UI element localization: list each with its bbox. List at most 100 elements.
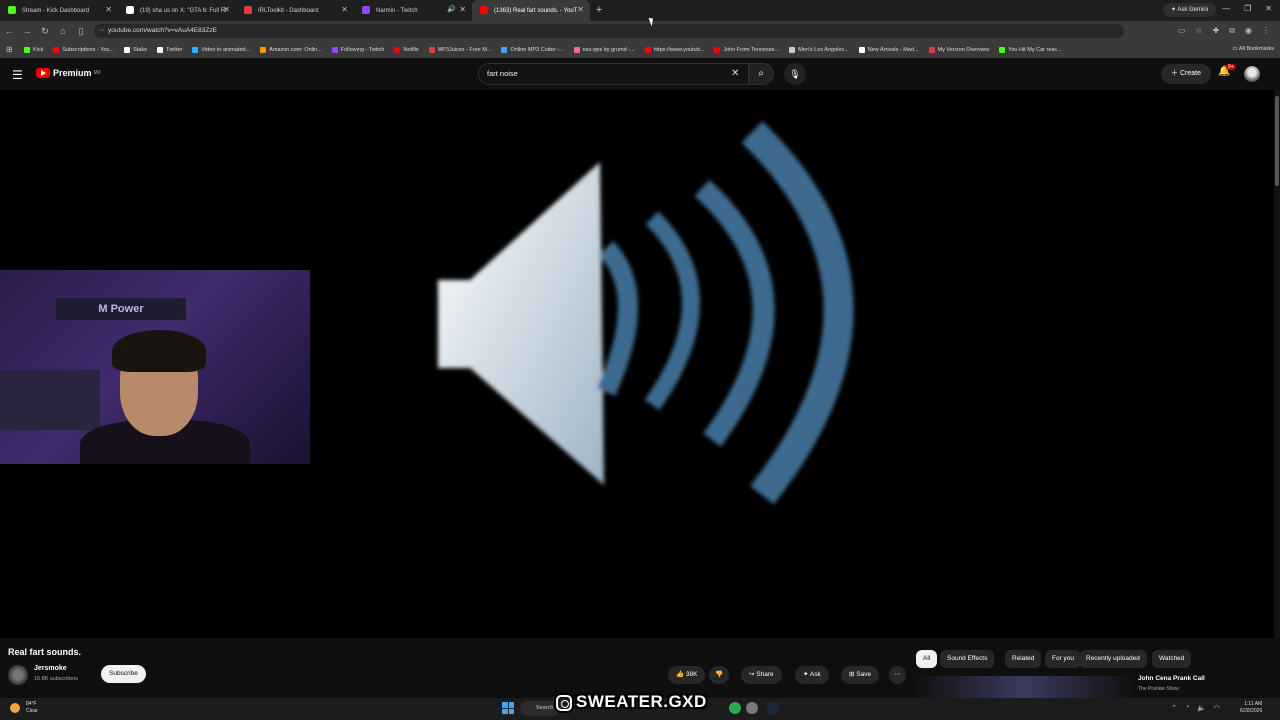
- bookmark-item[interactable]: MP3Juices - Free M...: [428, 46, 491, 53]
- youtube-icon: [480, 6, 488, 14]
- maximize-icon[interactable]: ❐: [1244, 4, 1251, 13]
- dislike-button[interactable]: 👎: [709, 666, 730, 684]
- tab-label: (19) sha us on X: "GTA 6: Full Ri: [140, 7, 227, 14]
- bookmark-item[interactable]: Men's Los Angeles...: [789, 46, 849, 53]
- microphone-icon: 🎙: [789, 69, 801, 79]
- minimize-icon[interactable]: —: [1222, 4, 1230, 13]
- all-bookmarks[interactable]: ▭ All Bookmarks: [1232, 46, 1274, 52]
- extensions-puzzle-icon[interactable]: ⧉: [1229, 26, 1235, 36]
- browser-tab[interactable]: Narmin - Twitch ✕ 🔊: [354, 0, 472, 21]
- bookmark-item[interactable]: Twitter: [157, 46, 182, 53]
- hamburger-menu-icon[interactable]: ☰: [12, 68, 23, 82]
- bookmark-item[interactable]: Online MP3 Cutter -...: [501, 46, 564, 53]
- tab-audio-icon[interactable]: 🔊: [447, 5, 456, 13]
- browser-tab[interactable]: (1363) Real fart sounds. - YouT ✕: [472, 0, 590, 21]
- system-clock[interactable]: 1:11 AM 6/28/2026: [1240, 701, 1262, 715]
- bookmark-item[interactable]: New Arrivals - Mad...: [858, 46, 919, 53]
- taskbar-search[interactable]: Search: [520, 701, 560, 716]
- more-actions-button[interactable]: ⋯: [889, 666, 906, 684]
- filter-chip[interactable]: All: [916, 650, 938, 668]
- bookmark-item[interactable]: John From Tennesse...: [714, 46, 779, 53]
- recommendation-title[interactable]: John Cena Prank Call: [1138, 675, 1205, 682]
- apps-grid-icon[interactable]: ⊞: [6, 45, 13, 54]
- bookmark-item[interactable]: https://www.youtub...: [644, 46, 705, 53]
- tray-overflow-icon[interactable]: ⌃: [1171, 704, 1177, 712]
- bookmark-item[interactable]: Amazon.com: Onlin...: [260, 46, 322, 53]
- obs-icon[interactable]: [746, 702, 758, 714]
- wifi-icon[interactable]: ◠: [1214, 704, 1220, 712]
- account-avatar[interactable]: [1244, 66, 1260, 82]
- weather-widget[interactable]: 84°F Clear: [26, 701, 38, 715]
- channel-name[interactable]: Jersmoke: [34, 665, 67, 672]
- irltoolkit-icon: [244, 6, 252, 14]
- streamer-handle-overlay: SWEATER.GXD: [556, 692, 707, 712]
- forward-icon[interactable]: →: [18, 26, 36, 36]
- bookmark-favicon-icon: [999, 46, 1006, 53]
- bookmark-item[interactable]: Subscriptions - You...: [53, 46, 115, 53]
- save-button[interactable]: ⊞ Save: [841, 666, 880, 684]
- close-tab-icon[interactable]: ✕: [459, 5, 466, 14]
- filter-chip[interactable]: Related: [1005, 650, 1042, 668]
- steam-icon[interactable]: [767, 702, 779, 714]
- bookmark-item[interactable]: Video to animated...: [192, 46, 250, 53]
- close-tab-icon[interactable]: ✕: [341, 5, 348, 14]
- browser-tab[interactable]: (19) sha us on X: "GTA 6: Full Ri ✕: [118, 0, 236, 21]
- filter-chip[interactable]: Watched: [1152, 650, 1192, 668]
- filter-chip[interactable]: Sound Effects: [940, 650, 995, 668]
- voice-search-button[interactable]: 🎙: [784, 63, 806, 85]
- bookmark-item[interactable]: Following - Twitch: [331, 46, 384, 53]
- notification-badge: 9+: [1226, 64, 1236, 70]
- home-icon[interactable]: ⌂: [54, 26, 72, 36]
- bookmark-label: Subscriptions - You...: [62, 46, 115, 53]
- close-tab-icon[interactable]: ✕: [577, 5, 584, 14]
- back-icon[interactable]: ←: [0, 26, 18, 36]
- network-icon[interactable]: ◔: [1185, 704, 1189, 712]
- reload-icon[interactable]: ↻: [36, 26, 54, 37]
- bookmark-item[interactable]: Kick: [24, 46, 43, 53]
- subscribe-button[interactable]: Subscribe: [101, 665, 146, 683]
- share-button[interactable]: ↪ Share: [741, 666, 782, 684]
- filter-chip[interactable]: For you: [1045, 650, 1082, 668]
- extension-icon[interactable]: ✚: [1213, 26, 1220, 36]
- new-tab-button[interactable]: +: [590, 0, 608, 21]
- scrollbar-thumb[interactable]: [1275, 96, 1279, 186]
- cast-icon[interactable]: ▭: [1178, 26, 1186, 36]
- search-input[interactable]: fart noise: [478, 63, 750, 85]
- bookmark-item[interactable]: Stake: [124, 46, 147, 53]
- app-icon-green[interactable]: [729, 702, 741, 714]
- thumbs-down-icon: 👎: [715, 671, 724, 678]
- ask-gemini-button[interactable]: ✦ Ask Gemini: [1162, 3, 1216, 17]
- close-tab-icon[interactable]: ✕: [105, 5, 112, 14]
- close-tab-icon[interactable]: ✕: [223, 5, 230, 14]
- youtube-premium-logo[interactable]: Premium MX: [36, 68, 101, 78]
- sidebar-icon[interactable]: ▯: [72, 26, 90, 37]
- recommendation-thumbnail[interactable]: [916, 676, 1132, 698]
- search-button[interactable]: ⌕: [748, 63, 774, 85]
- like-count: 38K: [685, 671, 698, 678]
- like-button[interactable]: 👍 38K: [668, 666, 706, 684]
- bookmark-item[interactable]: Netflix: [394, 46, 419, 53]
- bookmark-favicon-icon: [157, 46, 164, 53]
- browser-tab[interactable]: IRLToolkit - Dashboard ✕: [236, 0, 354, 21]
- bookmark-star-icon[interactable]: ☆: [1195, 26, 1202, 36]
- volume-icon[interactable]: 🔈: [1197, 704, 1206, 712]
- profile-icon[interactable]: ◉: [1245, 26, 1252, 36]
- create-button[interactable]: ＋ Create: [1161, 64, 1211, 84]
- recommendation-channel: The Prankie Show: [1138, 686, 1179, 692]
- bookmark-item[interactable]: My Verizon Overview: [928, 46, 989, 53]
- bookmark-favicon-icon: [428, 46, 435, 53]
- browser-tab[interactable]: Stream - Kick Dashboard ✕: [0, 0, 118, 21]
- close-window-icon[interactable]: ✕: [1265, 4, 1272, 13]
- bookmark-label: New Arrivals - Mad...: [867, 46, 919, 53]
- menu-kebab-icon[interactable]: ⋮: [1262, 26, 1270, 36]
- url-field[interactable]: youtube.com/watch?v=vAuA4E83ZzE: [94, 24, 1124, 38]
- ask-button[interactable]: ✦ Ask: [795, 666, 829, 684]
- filter-chip[interactable]: Recently uploaded: [1079, 650, 1147, 668]
- clear-search-icon[interactable]: ✕: [731, 68, 739, 79]
- channel-avatar[interactable]: [8, 665, 28, 685]
- start-button[interactable]: [502, 702, 514, 714]
- bookmark-item[interactable]: osu-pps by grumd -...: [573, 46, 635, 53]
- bookmark-label: https://www.youtub...: [653, 46, 705, 53]
- all-bookmarks-label: All Bookmarks: [1238, 46, 1274, 52]
- bookmark-item[interactable]: You Hit My Car reac...: [999, 46, 1062, 53]
